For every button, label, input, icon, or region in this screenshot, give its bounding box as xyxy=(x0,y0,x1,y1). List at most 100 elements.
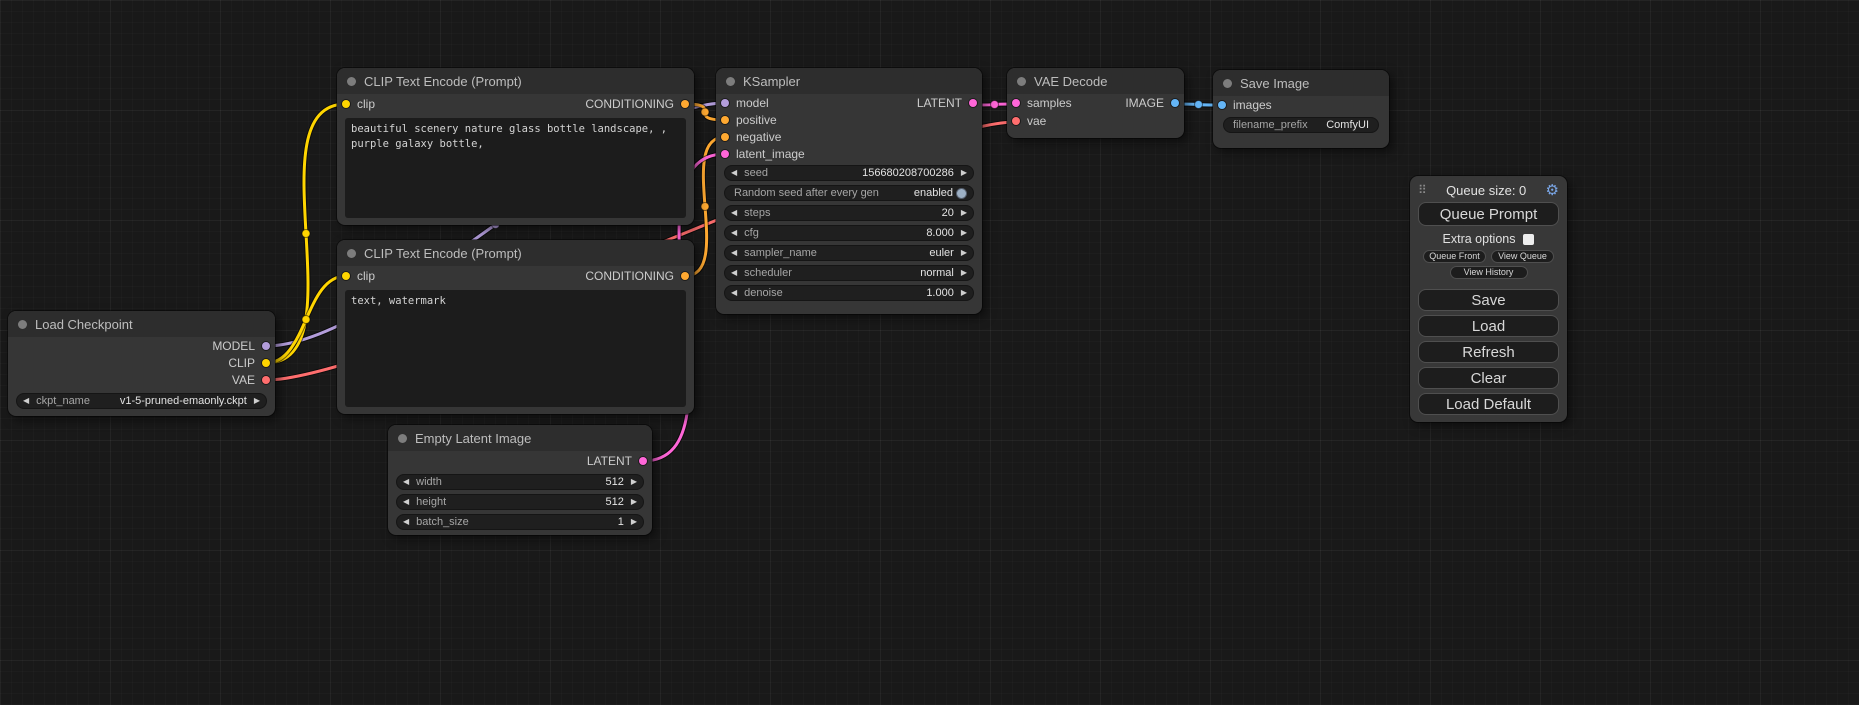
node-collapse-dot[interactable] xyxy=(347,77,356,86)
node-clip-negative-titlebar[interactable]: CLIP Text Encode (Prompt) xyxy=(337,240,694,266)
ckpt-name-widget[interactable]: ◀ ckpt_name v1-5-pruned-emaonly.ckpt ▶ xyxy=(16,393,267,409)
increment-arrow-icon[interactable]: ▶ xyxy=(631,518,637,526)
latent-output-slot[interactable] xyxy=(639,457,647,465)
vae-output-label: VAE xyxy=(232,373,255,387)
cfg-widget[interactable]: ◀ cfg 8.000 ▶ xyxy=(724,225,974,241)
decrement-arrow-icon[interactable]: ◀ xyxy=(731,289,737,297)
samples-input-slot[interactable] xyxy=(1012,99,1020,107)
image-output-slot[interactable] xyxy=(1171,99,1179,107)
link-positive-conditioning-midpoint-dot xyxy=(701,108,709,116)
width-widget[interactable]: ◀ width 512 ▶ xyxy=(396,474,644,490)
latent-image-input-slot[interactable] xyxy=(721,150,729,158)
view-history-button[interactable]: View History xyxy=(1450,266,1528,279)
images-input-slot[interactable] xyxy=(1218,101,1226,109)
node-collapse-dot[interactable] xyxy=(1017,77,1026,86)
increment-arrow-icon[interactable]: ▶ xyxy=(631,498,637,506)
widget-label: cfg xyxy=(744,227,759,239)
node-clip-positive-titlebar[interactable]: CLIP Text Encode (Prompt) xyxy=(337,68,694,94)
node-title-label: CLIP Text Encode (Prompt) xyxy=(364,74,522,89)
node-empty-latent-image: Empty Latent Image LATENT ◀ width 512 ▶ … xyxy=(388,425,652,535)
increment-arrow-icon[interactable]: ▶ xyxy=(961,209,967,217)
decrement-arrow-icon[interactable]: ◀ xyxy=(403,478,409,486)
load-button[interactable]: Load xyxy=(1418,315,1559,337)
images-input-label: images xyxy=(1233,98,1272,112)
clip-input-slot[interactable] xyxy=(342,272,350,280)
sampler-name-widget[interactable]: ◀ sampler_name euler ▶ xyxy=(724,245,974,261)
filename-prefix-widget[interactable]: filename_prefix ComfyUI xyxy=(1223,117,1379,133)
slot-row: clip CONDITIONING xyxy=(337,94,694,114)
link-clip-to-positive-midpoint-dot xyxy=(302,230,310,238)
node-load-checkpoint-titlebar[interactable]: Load Checkpoint xyxy=(8,311,275,337)
node-ksampler: KSampler model positive negative latent_… xyxy=(716,68,982,314)
node-collapse-dot[interactable] xyxy=(18,320,27,329)
random-seed-toggle-widget[interactable]: Random seed after every gen enabled xyxy=(724,185,974,201)
increment-arrow-icon[interactable]: ▶ xyxy=(961,269,967,277)
node-collapse-dot[interactable] xyxy=(1223,79,1232,88)
node-save-image-titlebar[interactable]: Save Image xyxy=(1213,70,1389,96)
load-default-button[interactable]: Load Default xyxy=(1418,393,1559,415)
clip-input-label: clip xyxy=(357,97,375,111)
view-queue-button[interactable]: View Queue xyxy=(1491,250,1554,263)
node-collapse-dot[interactable] xyxy=(398,434,407,443)
node-ksampler-titlebar[interactable]: KSampler xyxy=(716,68,982,94)
increment-arrow-icon[interactable]: ▶ xyxy=(961,169,967,177)
height-widget[interactable]: ◀ height 512 ▶ xyxy=(396,494,644,510)
positive-input-slot[interactable] xyxy=(721,116,729,124)
conditioning-output-slot[interactable] xyxy=(681,100,689,108)
decrement-arrow-icon[interactable]: ◀ xyxy=(731,209,737,217)
latent-output-label: LATENT xyxy=(587,454,632,468)
increment-arrow-icon[interactable]: ▶ xyxy=(961,229,967,237)
negative-prompt-textarea[interactable]: text, watermark xyxy=(345,290,686,407)
toggle-knob-icon[interactable] xyxy=(956,188,967,199)
widget-value: 8.000 xyxy=(926,227,954,239)
widget-label: scheduler xyxy=(744,267,792,279)
clip-input-slot[interactable] xyxy=(342,100,350,108)
widget-value: 1.000 xyxy=(926,287,954,299)
decrement-arrow-icon[interactable]: ◀ xyxy=(731,169,737,177)
refresh-button[interactable]: Refresh xyxy=(1418,341,1559,363)
widget-label: seed xyxy=(744,167,768,179)
model-input-slot[interactable] xyxy=(721,99,729,107)
decrement-arrow-icon[interactable]: ◀ xyxy=(731,269,737,277)
node-vae-decode-titlebar[interactable]: VAE Decode xyxy=(1007,68,1184,94)
negative-input-slot[interactable] xyxy=(721,133,729,141)
queue-front-button[interactable]: Queue Front xyxy=(1423,250,1486,263)
decrement-arrow-icon[interactable]: ◀ xyxy=(23,397,29,405)
denoise-widget[interactable]: ◀ denoise 1.000 ▶ xyxy=(724,285,974,301)
decrement-arrow-icon[interactable]: ◀ xyxy=(403,518,409,526)
increment-arrow-icon[interactable]: ▶ xyxy=(254,397,260,405)
clear-button[interactable]: Clear xyxy=(1418,367,1559,389)
link-negative-conditioning-midpoint-dot xyxy=(701,203,709,211)
scheduler-widget[interactable]: ◀ scheduler normal ▶ xyxy=(724,265,974,281)
decrement-arrow-icon[interactable]: ◀ xyxy=(403,498,409,506)
node-title-label: VAE Decode xyxy=(1034,74,1107,89)
conditioning-output-label: CONDITIONING xyxy=(585,97,674,111)
positive-input-label: positive xyxy=(736,113,777,127)
save-button[interactable]: Save xyxy=(1418,289,1559,311)
seed-widget[interactable]: ◀ seed 156680208700286 ▶ xyxy=(724,165,974,181)
increment-arrow-icon[interactable]: ▶ xyxy=(961,289,967,297)
steps-widget[interactable]: ◀ steps 20 ▶ xyxy=(724,205,974,221)
vae-output-slot[interactable] xyxy=(262,376,270,384)
positive-prompt-textarea[interactable]: beautiful scenery nature glass bottle la… xyxy=(345,118,686,218)
node-clip-text-encode-positive: CLIP Text Encode (Prompt) clip CONDITION… xyxy=(337,68,694,225)
node-collapse-dot[interactable] xyxy=(347,249,356,258)
increment-arrow-icon[interactable]: ▶ xyxy=(631,478,637,486)
extra-options-checkbox[interactable] xyxy=(1523,234,1534,245)
node-collapse-dot[interactable] xyxy=(726,77,735,86)
vae-input-slot[interactable] xyxy=(1012,117,1020,125)
settings-gear-icon[interactable]: ⚙ xyxy=(1546,183,1559,198)
conditioning-output-slot[interactable] xyxy=(681,272,689,280)
latent-output-slot[interactable] xyxy=(969,99,977,107)
menu-drag-handle-icon[interactable]: ⠿ xyxy=(1418,183,1427,197)
decrement-arrow-icon[interactable]: ◀ xyxy=(731,229,737,237)
batch-size-widget[interactable]: ◀ batch_size 1 ▶ xyxy=(396,514,644,530)
increment-arrow-icon[interactable]: ▶ xyxy=(961,249,967,257)
queue-prompt-button[interactable]: Queue Prompt xyxy=(1418,202,1559,226)
node-graph-canvas[interactable]: Load Checkpoint MODEL CLIP VAE ◀ ckpt_na… xyxy=(0,0,1859,705)
model-output-slot[interactable] xyxy=(262,342,270,350)
link-image-midpoint-dot xyxy=(1195,101,1203,109)
clip-output-slot[interactable] xyxy=(262,359,270,367)
node-empty-latent-titlebar[interactable]: Empty Latent Image xyxy=(388,425,652,451)
decrement-arrow-icon[interactable]: ◀ xyxy=(731,249,737,257)
